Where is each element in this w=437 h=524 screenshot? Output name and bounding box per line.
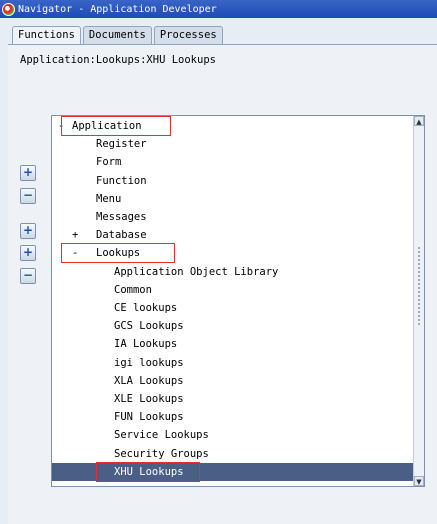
tree-node[interactable]: igi lookups [52, 354, 414, 372]
scroll-down-icon[interactable]: ▼ [414, 476, 424, 486]
tree-node-label: Application [72, 120, 142, 132]
tree-node[interactable]: + Database [52, 226, 414, 244]
function-tree[interactable]: - Application Register Form Function Menu Mess… [51, 115, 425, 487]
tree-node-label: Security Groups [114, 447, 209, 460]
tree-node-label: IA Lookups [114, 338, 178, 351]
navigator-panel: Functions Documents Processes Applicatio… [8, 26, 437, 524]
tree-node[interactable]: Application Object Library [52, 263, 414, 281]
tree-node[interactable]: Messages [52, 208, 414, 226]
collapse-node-icon[interactable]: - [72, 244, 78, 262]
collapse-icon: − [22, 188, 34, 202]
tree-node[interactable]: XLE Lookups [52, 390, 414, 408]
tree-node-label: GCS Lookups [114, 320, 184, 333]
tab-strip: Functions Documents Processes [12, 26, 225, 45]
title-bar: Navigator - Application Developer [0, 0, 437, 18]
tree-node[interactable]: Register [52, 135, 414, 153]
tree-node-label: Application Object Library [114, 265, 279, 278]
tree-node[interactable]: Menu [52, 190, 414, 208]
tree-node-label: Form [96, 156, 122, 169]
collapse-button[interactable]: − [20, 188, 36, 204]
tree-node-label: Common [114, 283, 152, 296]
tree-node[interactable]: Function [52, 172, 414, 190]
tree-node[interactable]: CE lookups [52, 299, 414, 317]
expand-branch-icon: + [22, 223, 34, 237]
tab-functions[interactable]: Functions [12, 26, 81, 45]
expand-all-button[interactable]: + [20, 245, 36, 261]
tree-node-label: Register [96, 138, 147, 151]
tree-node-label: Service Lookups [114, 429, 209, 442]
tree-node-label: XLA Lookups [114, 374, 184, 387]
app-icon [2, 2, 15, 16]
tree-node[interactable]: FUN Lookups [52, 408, 414, 426]
expand-all-icon: + [22, 245, 34, 259]
tree-node[interactable]: - Lookups [52, 244, 414, 262]
tab-processes[interactable]: Processes [153, 26, 223, 44]
tree-node[interactable]: GCS Lookups [52, 317, 414, 335]
tree-node[interactable]: IA Lookups [52, 335, 414, 353]
navigation-path: Application:Lookups:XHU Lookups [20, 54, 216, 66]
tree-viewport: - Application Register Form Function Menu Mess… [52, 116, 414, 486]
tree-node-label: igi lookups [114, 356, 184, 369]
tree-node[interactable]: Security Groups [52, 445, 414, 463]
tree-node[interactable]: XLA Lookups [52, 372, 414, 390]
tree-node[interactable]: - Application [52, 117, 414, 135]
collapse-node-icon[interactable]: - [58, 117, 64, 135]
tree-node-label: FUN Lookups [114, 411, 184, 424]
tree-node[interactable]: Service Lookups [52, 426, 414, 444]
expand-icon: + [22, 165, 34, 179]
tree-node[interactable]: Form [52, 153, 414, 171]
expand-button[interactable]: + [20, 165, 36, 181]
tree-node-label: Function [96, 174, 147, 187]
collapse-all-icon: − [22, 268, 34, 282]
vertical-scrollbar[interactable]: ▲ ▼ [413, 116, 424, 486]
tree-node-label: Database [96, 229, 147, 242]
expand-branch-button[interactable]: + [20, 223, 36, 239]
expand-node-icon[interactable]: + [72, 226, 78, 244]
tree-node[interactable]: Common [52, 281, 414, 299]
tree-node[interactable]: XHU Lookups [52, 462, 414, 481]
scroll-grip[interactable] [417, 246, 421, 326]
scroll-up-icon[interactable]: ▲ [414, 116, 424, 126]
tree-node-label: Menu [96, 192, 122, 205]
tree-node-label: XLE Lookups [114, 393, 184, 405]
tab-documents[interactable]: Documents [82, 26, 152, 44]
tree-node-label: Lookups [96, 247, 141, 260]
tree-node-label: XHU Lookups [114, 465, 184, 478]
tree-node-label: Messages [96, 211, 147, 223]
tab-body: Application:Lookups:XHU Lookups + − + + … [8, 44, 437, 524]
tree-node-label: CE lookups [114, 302, 178, 314]
collapse-all-button[interactable]: − [20, 268, 36, 284]
window-title: Navigator - Application Developer [18, 3, 217, 15]
